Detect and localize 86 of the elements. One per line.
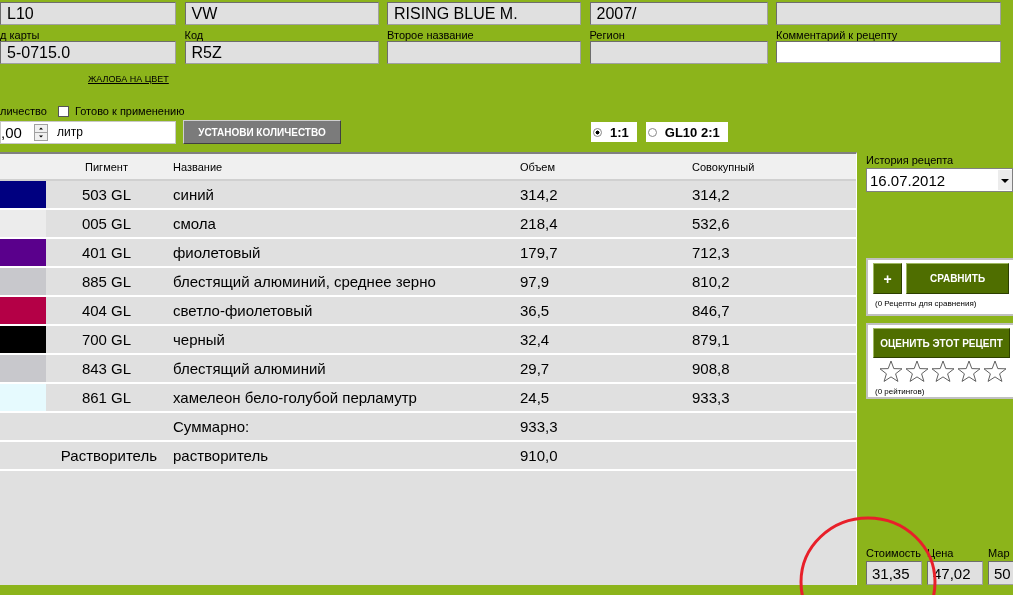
table-cell-text: светло-фиолетовый — [172, 302, 314, 319]
add-button[interactable]: + — [873, 263, 902, 294]
history-label: История рецепта — [866, 155, 955, 166]
text-field[interactable]: 50 — [988, 561, 1013, 585]
table-cell-text: 179,7 — [520, 244, 559, 261]
text-field[interactable]: 5-0715.0 — [0, 41, 176, 64]
table-cell-text: синий — [172, 186, 215, 203]
quantity-field[interactable]: ,00 литр — [0, 120, 176, 144]
text-field[interactable] — [387, 41, 581, 64]
rating-note: (0 рейтингов) — [874, 387, 926, 397]
complaint-link[interactable]: ЖАЛОБА НА ЦВЕТ — [88, 74, 169, 84]
table-cell-text: 005 GL — [80, 215, 133, 232]
table-cell-text: блестящий алюминий — [172, 360, 327, 377]
table-cell-text: 218,4 — [520, 215, 559, 232]
table-cell-text: 712,3 — [692, 244, 731, 261]
text-field[interactable]: 31,35 — [866, 561, 922, 585]
table-cell-text: 700 GL — [80, 331, 133, 348]
text-field[interactable]: 2007/ — [589, 2, 768, 25]
text-field[interactable] — [589, 41, 768, 64]
column-header[interactable]: Пигмент — [46, 160, 167, 173]
text-field[interactable] — [776, 41, 1001, 63]
star-icon[interactable] — [879, 360, 903, 382]
dropdown-value: 16.07.2012 — [869, 171, 946, 189]
table-cell-text: 401 GL — [80, 244, 133, 261]
spinner-icon — [34, 123, 48, 141]
field-label: Стоимость — [866, 548, 922, 559]
table-cell-text: 843 GL — [80, 360, 133, 377]
history-dropdown[interactable]: 16.07.2012 — [866, 168, 1013, 192]
table-cell-text: 846,7 — [692, 302, 731, 319]
radio-option[interactable]: 1:1 — [591, 122, 637, 142]
table-cell-text: 810,2 — [692, 273, 731, 290]
table-cell-text: 532,6 — [692, 215, 731, 232]
text-field[interactable]: R5Z — [184, 41, 379, 64]
table-cell-text: черный — [172, 331, 226, 348]
radio-label: 1:1 — [610, 124, 629, 140]
quantity-value: ,00 — [1, 123, 23, 141]
table-cell-text: хамелеон бело-голубой перламутр — [172, 389, 418, 406]
text-field[interactable]: RISING BLUE M. — [387, 2, 581, 25]
quantity-label: личество — [0, 105, 48, 117]
table-cell-text: 861 GL — [80, 389, 133, 406]
star-icon[interactable] — [957, 360, 981, 382]
radio-option[interactable]: GL10 2:1 — [645, 122, 728, 142]
set-quantity-button[interactable]: УСТАНОВИ КОЛИЧЕСТВО — [183, 120, 341, 144]
rate-button[interactable]: ОЦЕНИТЬ ЭТОТ РЕЦЕПТ — [873, 328, 1010, 358]
table-cell-text: 404 GL — [80, 302, 133, 319]
table-cell-text: 885 GL — [80, 273, 133, 290]
table-cell-text: блестящий алюминий, среднее зерно — [172, 273, 437, 290]
table-cell-text: Суммарно: — [172, 418, 251, 435]
table-cell-text: 36,5 — [520, 302, 551, 319]
star-icon[interactable] — [931, 360, 955, 382]
field-label: Комментарий к рецепту — [776, 30, 898, 41]
table-cell-text: 503 GL — [80, 186, 133, 203]
table-cell-text: смола — [172, 215, 217, 232]
field-label: Второе название — [387, 30, 474, 41]
table-cell-text: 910,0 — [520, 447, 559, 464]
table-cell-text: 314,2 — [692, 186, 731, 203]
table-cell-text: 933,3 — [692, 389, 731, 406]
table-cell-text: 32,4 — [520, 331, 551, 348]
star-icon[interactable] — [983, 360, 1007, 382]
checkbox-label: Готово к применению — [75, 105, 185, 117]
compare-note: (0 Рецепты для сравнения) — [874, 299, 978, 309]
field-label: Код — [184, 30, 204, 41]
table-cell-text: 908,8 — [692, 360, 731, 377]
column-header[interactable]: Объем — [520, 160, 692, 173]
field-label: д карты — [0, 30, 40, 41]
table-cell-text: растворитель — [172, 447, 270, 464]
field-label: Регион — [589, 30, 625, 41]
table-cell-text: 97,9 — [520, 273, 551, 290]
text-field[interactable]: VW — [184, 2, 379, 25]
table-cell-text: 879,1 — [692, 331, 731, 348]
field-label: Мар — [988, 548, 1011, 559]
text-field[interactable] — [776, 2, 1001, 25]
table-cell-text: 29,7 — [520, 360, 551, 377]
column-header[interactable]: Совокупный — [692, 160, 856, 173]
checkbox[interactable] — [58, 105, 69, 117]
radio-label: GL10 2:1 — [664, 124, 720, 140]
text-field[interactable]: L10 — [0, 2, 176, 25]
compare-button[interactable]: СРАВНИТЬ — [906, 263, 1009, 294]
table-cell-text: Растворитель — [59, 447, 158, 464]
table-cell-text: 314,2 — [520, 186, 559, 203]
column-header[interactable]: Название — [167, 160, 520, 173]
star-icon[interactable] — [905, 360, 929, 382]
unit-label: литр — [57, 125, 83, 139]
table-cell-text: фиолетовый — [172, 244, 262, 261]
table-cell-text: 933,3 — [520, 418, 559, 435]
table-cell-text: 24,5 — [520, 389, 551, 406]
